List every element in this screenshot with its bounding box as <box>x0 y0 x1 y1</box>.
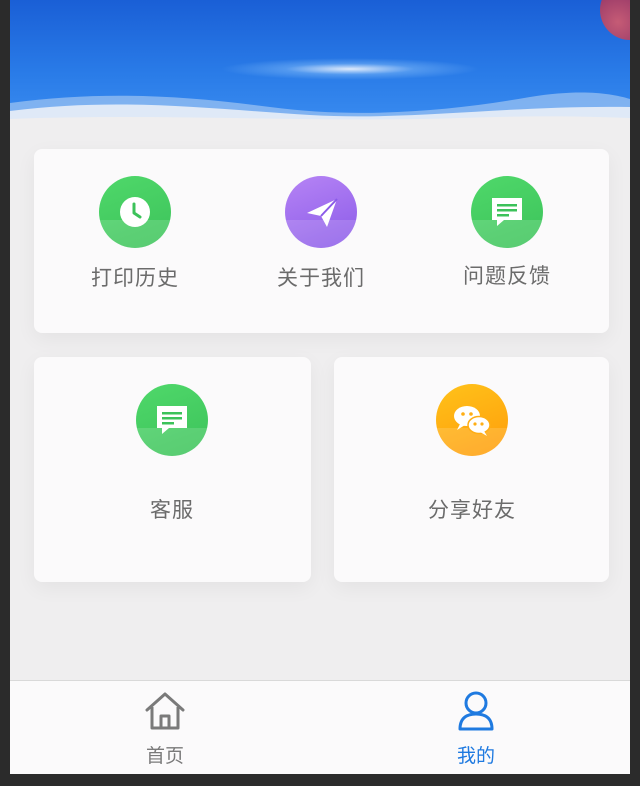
feedback-item[interactable]: 问题反馈 <box>456 176 558 290</box>
print-history-label: 打印历史 <box>91 266 179 290</box>
tab-mine[interactable]: 我的 <box>416 681 536 768</box>
feedback-label: 问题反馈 <box>463 264 551 288</box>
header-banner <box>10 0 630 125</box>
user-icon <box>458 691 494 731</box>
tab-mine-label: 我的 <box>456 745 495 767</box>
banner-glow <box>220 58 480 80</box>
message-icon <box>136 384 208 456</box>
customer-service-label: 客服 <box>150 498 194 522</box>
clock-icon <box>99 176 171 248</box>
about-us-item[interactable]: 关于我们 <box>270 176 372 292</box>
share-card[interactable]: 分享好友 <box>334 357 609 582</box>
tab-home-label: 首页 <box>145 745 184 767</box>
print-history-item[interactable]: 打印历史 <box>84 176 186 292</box>
share-item[interactable]: 分享好友 <box>416 384 528 524</box>
planet-decoration <box>600 0 630 40</box>
tab-home[interactable]: 首页 <box>105 681 225 768</box>
bottom-tab-bar: 首页 我的 <box>10 680 630 774</box>
wechat-icon <box>436 384 508 456</box>
customer-service-item[interactable]: 客服 <box>122 384 222 524</box>
banner-wave <box>10 92 630 125</box>
menu-card: 打印历史 关于我们 问题反馈 <box>34 149 609 333</box>
message-icon <box>471 176 543 248</box>
share-label: 分享好友 <box>428 498 516 522</box>
paper-plane-icon <box>285 176 357 248</box>
customer-service-card[interactable]: 客服 <box>34 357 311 582</box>
about-us-label: 关于我们 <box>277 266 365 290</box>
app-screen: 打印历史 关于我们 问题反馈 客服 分享好友 首页 我的 <box>10 0 630 774</box>
home-icon <box>145 692 185 730</box>
